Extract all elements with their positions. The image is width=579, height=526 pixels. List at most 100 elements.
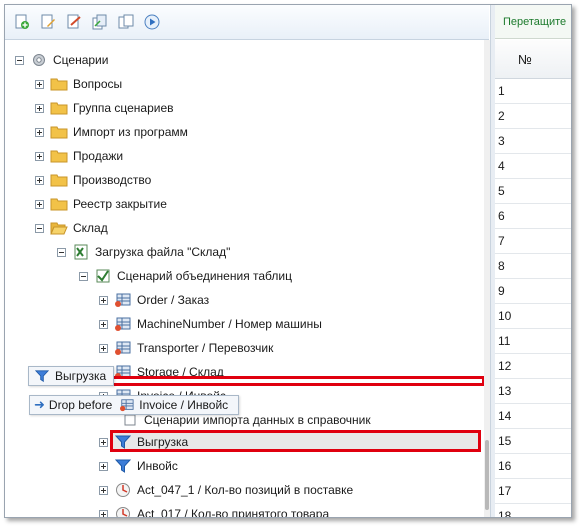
grid-row[interactable]: 2 bbox=[495, 104, 571, 129]
grid-row[interactable]: 8 bbox=[495, 254, 571, 279]
table-icon bbox=[114, 316, 132, 332]
filter-export-icon bbox=[114, 434, 132, 450]
add-icon[interactable] bbox=[13, 13, 31, 31]
check-edit-icon[interactable] bbox=[65, 13, 83, 31]
tree-group-label: Производство bbox=[73, 173, 152, 187]
tree-group[interactable]: Продажи bbox=[35, 146, 123, 166]
expand-icon[interactable] bbox=[35, 127, 44, 137]
run-icon[interactable] bbox=[143, 13, 161, 31]
expand-icon[interactable] bbox=[99, 319, 108, 329]
expand-icon[interactable] bbox=[99, 437, 108, 447]
grid-row[interactable]: 9 bbox=[495, 279, 571, 304]
tree-group[interactable]: Производство bbox=[35, 170, 151, 190]
tree-item-label: Act_017 / Кол-во принятого товара bbox=[137, 507, 330, 517]
tree-toolbar bbox=[5, 5, 489, 40]
column-header-label: № bbox=[518, 51, 532, 67]
grid-row[interactable]: 16 bbox=[495, 454, 571, 479]
tree-root-label: Сценарии bbox=[53, 53, 109, 67]
expand-icon[interactable] bbox=[35, 175, 44, 185]
expand-icon[interactable] bbox=[99, 461, 108, 471]
edit-icon[interactable] bbox=[39, 13, 57, 31]
calculation-icon bbox=[114, 482, 132, 498]
grid-row[interactable]: 5 bbox=[495, 179, 571, 204]
tree-file-label: Загрузка файла "Склад" bbox=[95, 245, 231, 259]
drop-target-text: Invoice / Инвойс bbox=[139, 398, 229, 412]
column-header-number[interactable]: № bbox=[495, 40, 571, 79]
excel-file-icon bbox=[72, 244, 90, 260]
grid-row[interactable]: 6 bbox=[495, 204, 571, 229]
table-icon bbox=[114, 292, 132, 308]
grid-row[interactable]: 14 bbox=[495, 404, 571, 429]
tree-group[interactable]: Реестр закрытие bbox=[35, 194, 167, 214]
tree-group-label: Продажи bbox=[73, 149, 124, 163]
tree-item-label: Transporter / Перевозчик bbox=[137, 341, 274, 355]
grid-row[interactable]: 7 bbox=[495, 229, 571, 254]
tree-group[interactable]: Импорт из программ bbox=[35, 122, 188, 142]
grid-row[interactable]: 15 bbox=[495, 429, 571, 454]
filter-export-icon bbox=[114, 458, 132, 474]
grid-row[interactable]: 12 bbox=[495, 354, 571, 379]
folder-icon bbox=[50, 196, 68, 212]
expand-icon[interactable] bbox=[35, 199, 44, 209]
app-window: Сценарии Вопросы Группа сценариев Импорт… bbox=[4, 4, 572, 518]
collapse-icon[interactable] bbox=[57, 247, 66, 257]
expand-icon[interactable] bbox=[35, 79, 44, 89]
tree-item[interactable]: Order / Заказ bbox=[99, 290, 209, 310]
tree-root[interactable]: Сценарии bbox=[15, 50, 108, 70]
tree-item[interactable]: Act_017 / Кол-во принятого товара bbox=[99, 504, 329, 517]
tree-group[interactable]: Вопросы bbox=[35, 74, 122, 94]
collapse-icon[interactable] bbox=[79, 271, 88, 281]
tree-group-label: Реестр закрытие bbox=[73, 197, 167, 211]
tree-group-label: Импорт из программ bbox=[73, 125, 188, 139]
grid-row[interactable]: 18 bbox=[495, 504, 571, 517]
filter-export-icon bbox=[33, 368, 51, 384]
collapse-icon[interactable] bbox=[35, 223, 44, 233]
drop-position-indicator bbox=[111, 376, 485, 386]
folder-open-icon bbox=[50, 220, 68, 236]
grid-row[interactable]: 17 bbox=[495, 479, 571, 504]
tree-item-label: Order / Заказ bbox=[137, 293, 210, 307]
grid-row[interactable]: 10 bbox=[495, 304, 571, 329]
collapse-icon[interactable] bbox=[15, 55, 24, 65]
folder-icon bbox=[50, 148, 68, 164]
grid-row[interactable]: 1 bbox=[495, 79, 571, 104]
drop-hint-tooltip: ➜ Drop before Invoice / Инвойс bbox=[29, 395, 239, 415]
data-grid: Перетащите № 1 2 3 4 5 6 7 8 9 10 11 12 13 14 15 16 17 18 bbox=[495, 5, 571, 517]
grid-row[interactable]: 3 bbox=[495, 129, 571, 154]
tree-item-label: Инвойс bbox=[137, 459, 178, 473]
tree-group[interactable]: Склад bbox=[35, 218, 108, 238]
copy-icon[interactable] bbox=[91, 13, 109, 31]
expand-icon[interactable] bbox=[99, 485, 108, 495]
drag-ghost: Выгрузка bbox=[28, 366, 114, 386]
tree-scenario-node[interactable]: Сценарий объединения таблиц bbox=[79, 266, 292, 286]
expand-icon[interactable] bbox=[99, 509, 108, 517]
tree-scrollbar-thumb[interactable] bbox=[485, 440, 489, 510]
folder-icon bbox=[50, 100, 68, 116]
tree-group-label: Склад bbox=[73, 221, 108, 235]
expand-icon[interactable] bbox=[99, 295, 108, 305]
table-icon bbox=[114, 340, 132, 356]
expand-icon[interactable] bbox=[35, 151, 44, 161]
expand-icon[interactable] bbox=[35, 103, 44, 113]
grid-row[interactable]: 4 bbox=[495, 154, 571, 179]
table-icon bbox=[118, 397, 136, 413]
calculation-icon bbox=[114, 506, 132, 517]
tree-item-selected[interactable]: Выгрузка bbox=[99, 432, 188, 452]
group-by-hint: Перетащите bbox=[495, 5, 571, 39]
folder-icon bbox=[50, 172, 68, 188]
expand-icon[interactable] bbox=[99, 343, 108, 353]
grid-row[interactable]: 11 bbox=[495, 329, 571, 354]
tree-item[interactable]: Act_047_1 / Кол-во позиций в поставке bbox=[99, 480, 353, 500]
duplicate-icon[interactable] bbox=[117, 13, 135, 31]
folder-icon bbox=[50, 124, 68, 140]
scenario-tree: Сценарии Вопросы Группа сценариев Импорт… bbox=[5, 40, 489, 517]
grid-row[interactable]: 13 bbox=[495, 379, 571, 404]
tree-scenario-label: Сценарий объединения таблиц bbox=[117, 269, 292, 283]
tree-file-node[interactable]: Загрузка файла "Склад" bbox=[57, 242, 230, 262]
tree-item[interactable]: Инвойс bbox=[99, 456, 178, 476]
tree-group[interactable]: Группа сценариев bbox=[35, 98, 174, 118]
tree-item-label: Сценарии импорта данных в справочник bbox=[144, 413, 371, 427]
tree-item-label: Выгрузка bbox=[137, 435, 189, 449]
tree-item[interactable]: MachineNumber / Номер машины bbox=[99, 314, 322, 334]
tree-item[interactable]: Transporter / Перевозчик bbox=[99, 338, 273, 358]
